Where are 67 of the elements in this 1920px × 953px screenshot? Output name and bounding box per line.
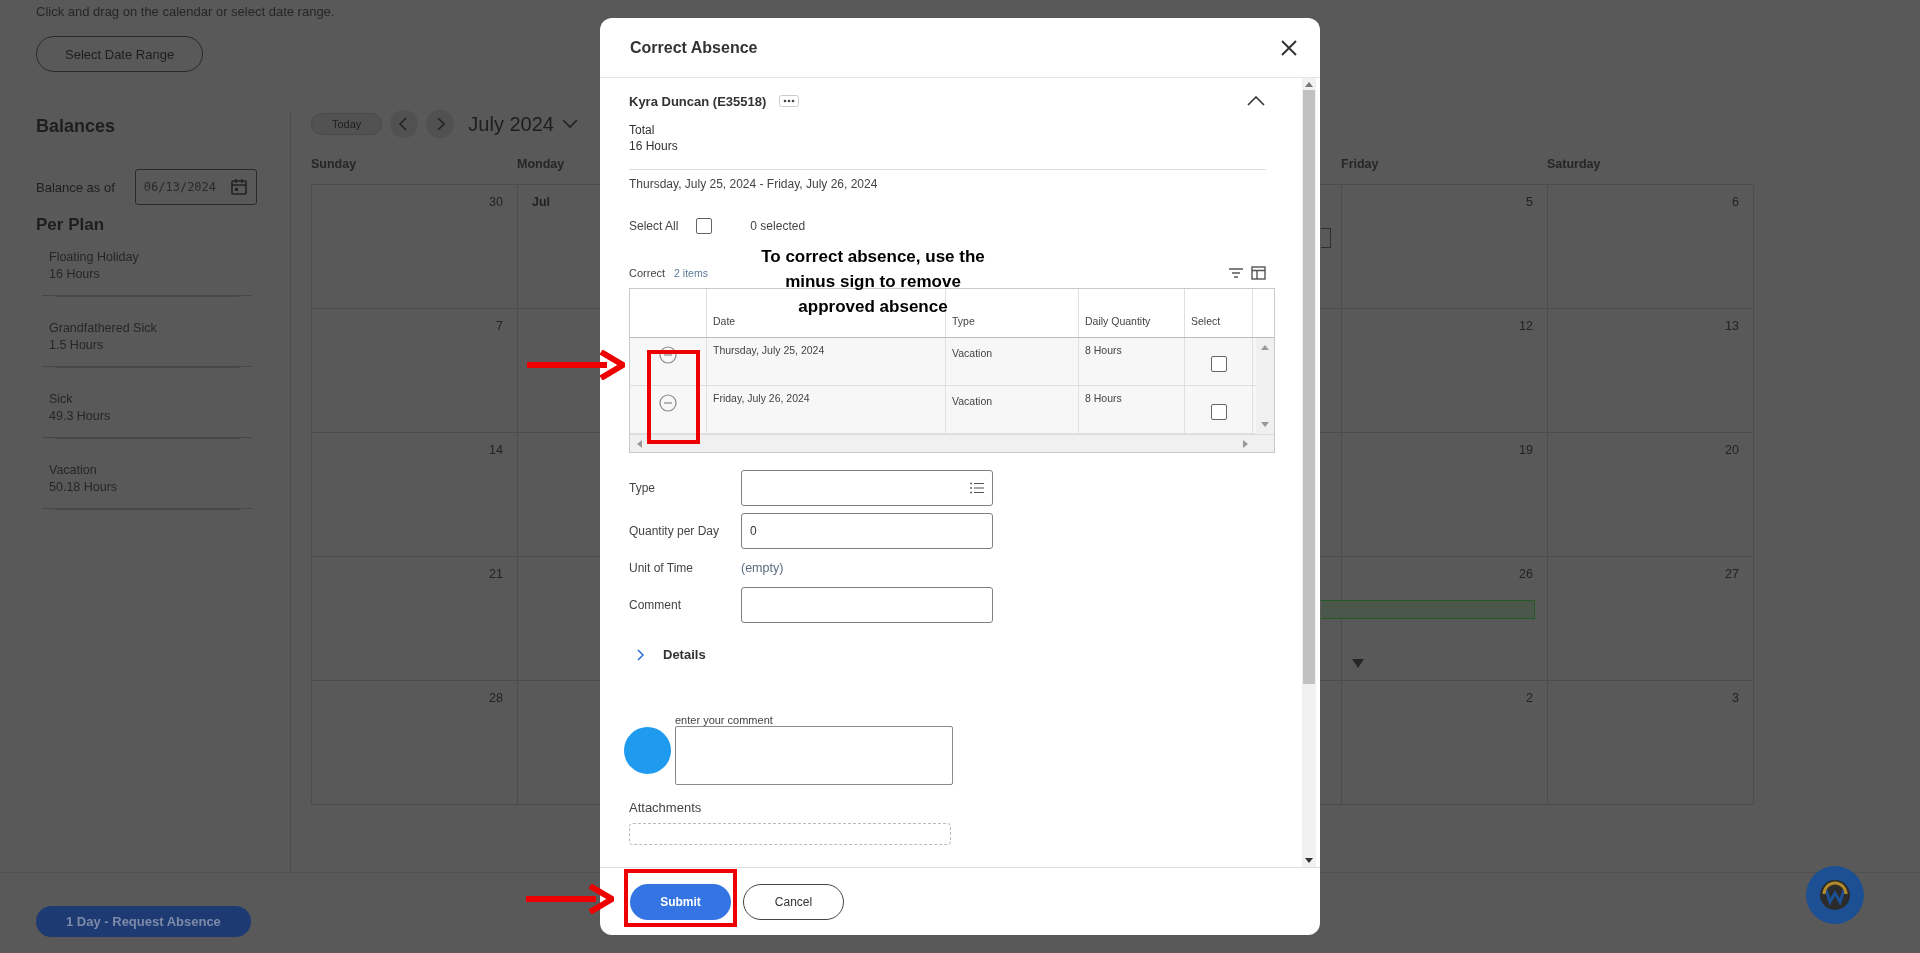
field-value: (empty) [741,561,784,575]
details-toggle[interactable]: Details [663,647,706,662]
scroll-down-icon[interactable] [1305,858,1313,863]
close-icon[interactable] [1281,39,1297,56]
total-value: 16 Hours [629,138,679,154]
attachments-label: Attachments [629,800,703,815]
text-field[interactable]: 0 [741,513,993,549]
table-cell: 8 Hours [1079,386,1185,433]
avatar-icon [624,727,671,774]
column-header[interactable]: Daily Quantity [1085,315,1151,327]
worker-name[interactable]: Kyra Duncan (E35518) [629,93,767,109]
column-header[interactable]: Select [1191,315,1221,327]
scrollbar[interactable] [1302,78,1316,867]
scroll-right-icon[interactable] [1243,439,1248,448]
chevron-up-icon[interactable] [1247,96,1265,106]
event-marker[interactable] [1321,228,1331,248]
expand-triangle-icon[interactable] [1352,659,1364,668]
select-all-label: Select All [629,219,679,233]
chevron-down-icon[interactable] [562,119,578,129]
day-number: 5 [1526,195,1533,209]
annotation-text: To correct absence, use the minus sign to remove approved absence [760,246,986,317]
balance-date-label: Balance as of [36,179,115,195]
type-prompt-field[interactable] [741,470,993,506]
field-label: Quantity per Day [629,524,721,538]
month-title[interactable]: July 2024 [468,112,554,136]
table-cell: Vacation [946,338,1079,385]
submit-button[interactable]: Submit [630,883,731,920]
per-plan-heading: Per Plan [36,215,106,235]
horizontal-scrollbar[interactable] [630,434,1274,452]
comment-box[interactable] [675,726,953,785]
scroll-left-icon[interactable] [637,439,642,448]
table-cell: Vacation [946,386,1079,433]
table-cell: Friday, July 26, 2024 [707,386,946,433]
selected-count: 0 selected [750,219,806,233]
comment-label: enter your comment [675,714,774,726]
cancel-button[interactable]: Cancel [743,883,844,920]
table-cell: 8 Hours [1079,338,1185,385]
total-label: Total [629,122,656,138]
select-all-checkbox[interactable] [696,218,713,234]
balances-title: Balances [36,116,117,137]
help-button-icon[interactable] [1806,866,1864,924]
more-options-icon[interactable] [779,95,800,107]
field-label: Type [629,481,656,495]
calendar-icon[interactable] [229,178,248,196]
grid-title: Correct [629,267,666,279]
row-checkbox[interactable] [1210,403,1227,420]
dialog-title: Correct Absence [630,38,758,57]
day-cell[interactable]: 5 [1342,185,1548,309]
list-icon[interactable] [970,482,984,494]
field-label: Unit of Time [629,561,695,575]
remove-icon[interactable] [659,394,677,412]
chevron-right-icon[interactable] [637,648,645,661]
row-checkbox[interactable] [1210,355,1227,372]
scroll-up-icon[interactable] [1261,345,1269,350]
filter-icon[interactable] [1228,267,1244,279]
field-label: Comment [629,598,682,612]
column-header[interactable]: Type [952,315,975,327]
date-range-text: Thursday, July 25, 2024 - Friday, July 26, 2024 [629,177,879,191]
text-field[interactable] [741,587,993,623]
scrollbar[interactable] [1256,338,1274,434]
column-header[interactable]: Date [713,315,736,327]
table-cell: Thursday, July 25, 2024 [707,338,946,385]
request-absence-button[interactable]: 1 Day - Request Absence [36,906,251,937]
item-count: 2 items [674,267,708,279]
columns-icon[interactable] [1251,266,1266,280]
scroll-up-icon[interactable] [1305,82,1313,87]
remove-icon[interactable] [659,346,677,364]
